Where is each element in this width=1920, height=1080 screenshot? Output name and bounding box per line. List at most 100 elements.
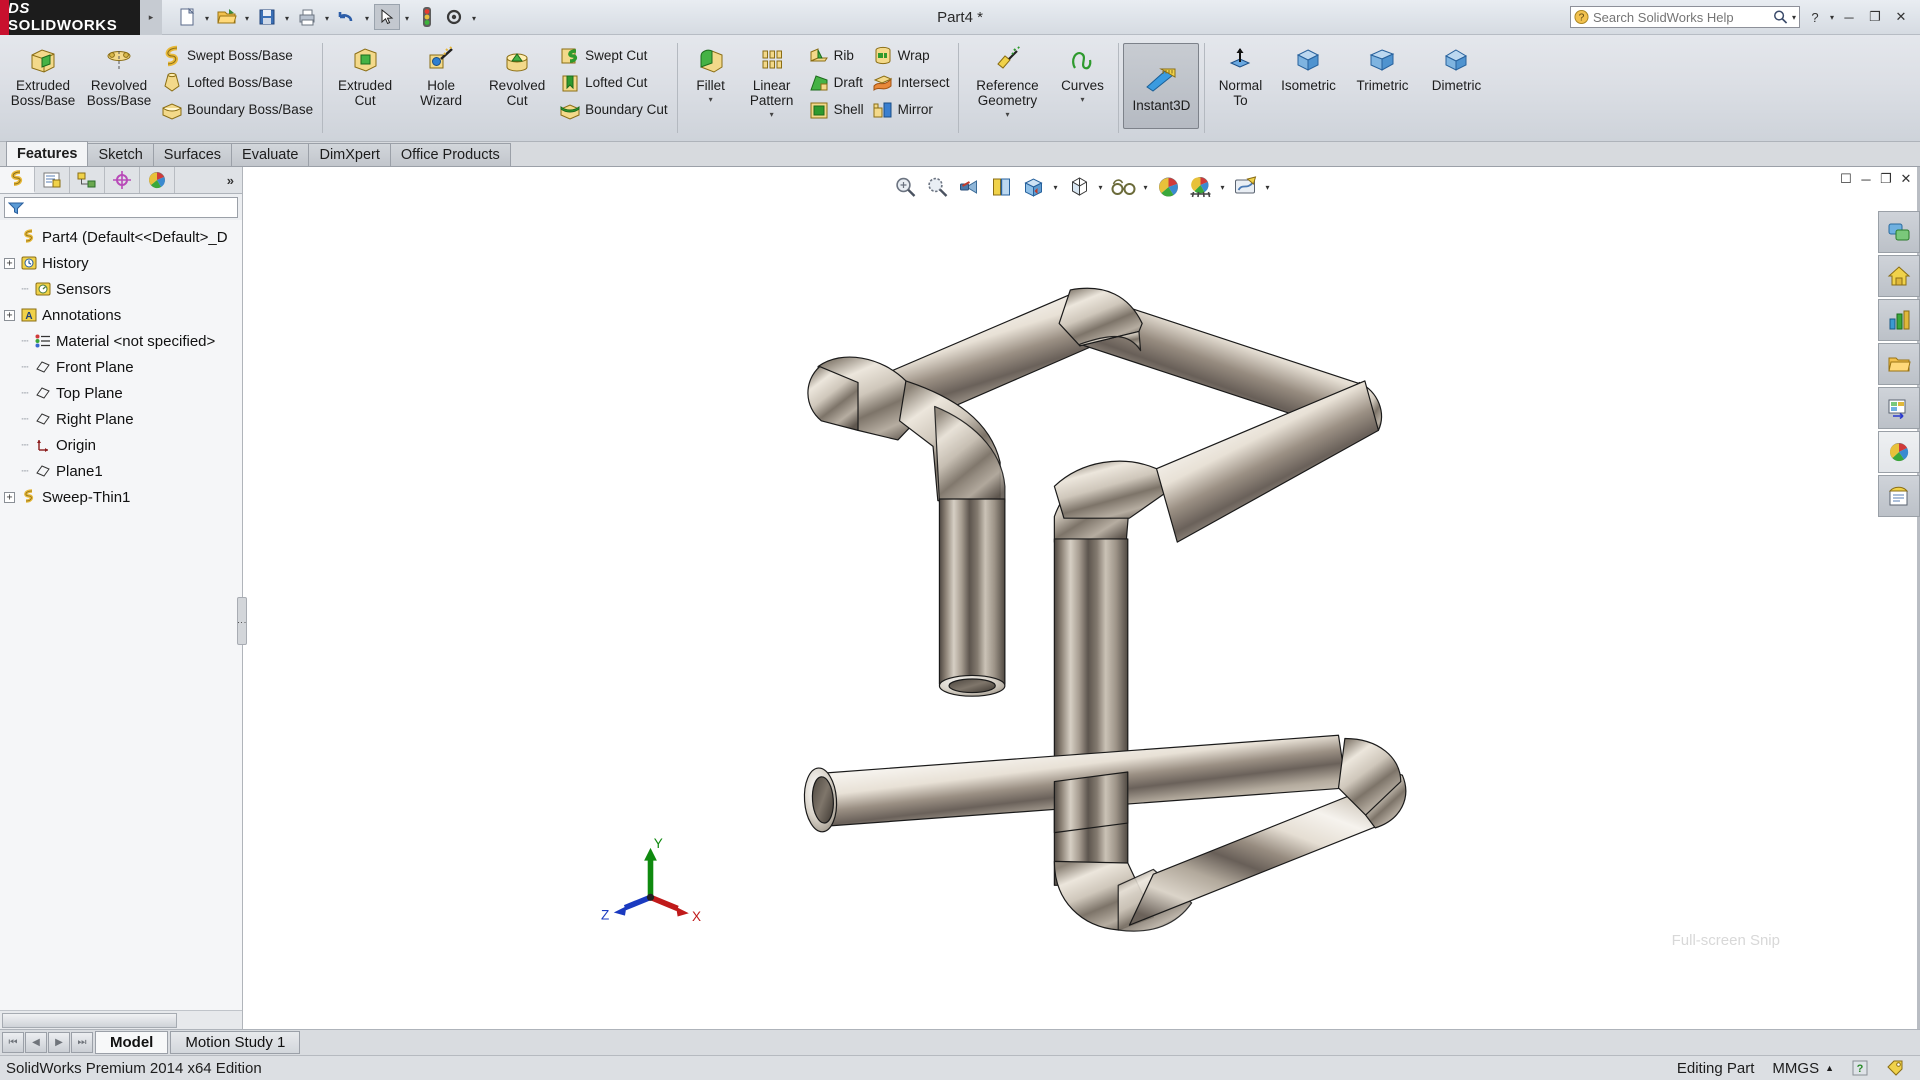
feature-tree-filter[interactable] xyxy=(4,197,238,218)
options-caret-icon[interactable]: ▾ xyxy=(468,4,480,30)
next-tab-button[interactable]: ▶ xyxy=(48,1032,70,1053)
new-document-caret-icon[interactable]: ▾ xyxy=(201,4,213,30)
tree-item-history[interactable]: + History xyxy=(4,250,242,276)
reference-geometry-caret-icon[interactable]: ▾ xyxy=(1005,110,1009,119)
tab-dimxpert[interactable]: DimXpert xyxy=(308,143,391,166)
display-manager-tab[interactable] xyxy=(140,167,175,193)
previous-view-button[interactable] xyxy=(954,173,984,201)
search-box[interactable]: ? ▾ xyxy=(1569,6,1800,28)
open-document-button[interactable] xyxy=(214,4,240,30)
tree-item-right-plane[interactable]: ┄ Right Plane xyxy=(4,406,242,432)
tree-item-top-plane[interactable]: ┄ Top Plane xyxy=(4,380,242,406)
search-caret-icon[interactable]: ▾ xyxy=(1792,13,1796,22)
status-units-caret-icon[interactable]: ▲ xyxy=(1825,1063,1834,1073)
history-expander[interactable]: + xyxy=(4,257,15,269)
zoom-to-area-button[interactable] xyxy=(922,173,952,201)
isometric-button[interactable]: Isometric xyxy=(1271,39,1345,93)
lofted-boss-base-button[interactable]: Lofted Boss/Base xyxy=(157,69,317,96)
section-view-button[interactable] xyxy=(986,173,1016,201)
sweep-thin1-expander[interactable]: + xyxy=(4,491,15,503)
help-caret-icon[interactable]: ▾ xyxy=(1830,13,1834,22)
configuration-manager-tab[interactable] xyxy=(70,167,105,193)
scrollbar-thumb[interactable] xyxy=(2,1012,177,1028)
lofted-cut-button[interactable]: Lofted Cut xyxy=(555,69,672,96)
revolved-boss-base-button[interactable]: Revolved Boss/Base xyxy=(81,39,157,108)
display-style-caret-icon[interactable]: ▾ xyxy=(1095,173,1106,201)
graphics-restore-icon[interactable]: ❐ xyxy=(1878,171,1894,187)
edit-appearance-button[interactable] xyxy=(1153,173,1183,201)
feature-manager-design-tree-tab[interactable] xyxy=(0,167,35,193)
last-tab-button[interactable]: ⏭ xyxy=(71,1032,93,1053)
view-orientation-button[interactable] xyxy=(1018,173,1048,201)
tree-item-origin[interactable]: ┄ Origin xyxy=(4,432,242,458)
revolved-cut-button[interactable]: Revolved Cut xyxy=(479,39,555,108)
curves-button[interactable]: Curves ▾ xyxy=(1051,39,1113,104)
model-3d-view[interactable]: Y X Z xyxy=(243,167,1920,1029)
print-document-caret-icon[interactable]: ▾ xyxy=(321,4,333,30)
linear-pattern-caret-icon[interactable]: ▾ xyxy=(770,110,774,119)
fillet-button[interactable]: Fillet ▾ xyxy=(682,39,740,104)
design-library-button[interactable] xyxy=(1878,255,1920,297)
tab-features[interactable]: Features xyxy=(6,141,89,166)
tile-windows-icon[interactable]: ☐ xyxy=(1838,171,1854,187)
undo-caret-icon[interactable]: ▾ xyxy=(361,4,373,30)
open-document-caret-icon[interactable]: ▾ xyxy=(241,4,253,30)
select-tool-caret-icon[interactable]: ▾ xyxy=(401,4,413,30)
view-orientation-caret-icon[interactable]: ▾ xyxy=(1050,173,1061,201)
mirror-button[interactable]: Mirror xyxy=(868,96,954,123)
undo-button[interactable] xyxy=(334,4,360,30)
fillet-caret-icon[interactable]: ▾ xyxy=(709,95,713,104)
rebuild-button[interactable] xyxy=(414,4,440,30)
hide-show-items-caret-icon[interactable]: ▾ xyxy=(1140,173,1151,201)
tab-evaluate[interactable]: Evaluate xyxy=(231,143,310,166)
view-palette-button[interactable] xyxy=(1878,387,1920,429)
tag-icon[interactable] xyxy=(1886,1060,1904,1076)
solidworks-logo[interactable]: DS SOLIDWORKS xyxy=(0,0,140,35)
draft-button[interactable]: Draft xyxy=(804,69,868,96)
rib-button[interactable]: Rib xyxy=(804,42,868,69)
intersect-button[interactable]: Intersect xyxy=(868,69,954,96)
view-settings-caret-icon[interactable]: ▾ xyxy=(1262,173,1273,201)
print-document-button[interactable] xyxy=(294,4,320,30)
feature-tree-horizontal-scrollbar[interactable] xyxy=(0,1010,242,1029)
tab-sketch[interactable]: Sketch xyxy=(87,143,154,166)
extruded-boss-base-button[interactable]: Extruded Boss/Base xyxy=(5,39,81,108)
swept-boss-base-button[interactable]: Swept Boss/Base xyxy=(157,42,317,69)
status-units[interactable]: MMGS xyxy=(1772,1060,1819,1077)
instant3d-button[interactable]: Instant3D xyxy=(1123,43,1200,129)
solidworks-resources-button[interactable] xyxy=(1878,211,1920,253)
zoom-to-fit-button[interactable] xyxy=(890,173,920,201)
extruded-cut-button[interactable]: Extruded Cut xyxy=(327,39,403,108)
apply-scene-button[interactable] xyxy=(1185,173,1215,201)
view-settings-button[interactable] xyxy=(1230,173,1260,201)
feature-manager-more-tabs-button[interactable]: » xyxy=(227,173,242,188)
help-button[interactable]: ? xyxy=(1804,6,1826,28)
dimetric-button[interactable]: Dimetric xyxy=(1419,39,1493,93)
boundary-boss-base-button[interactable]: Boundary Boss/Base xyxy=(157,96,317,123)
annotations-expander[interactable]: + xyxy=(4,309,15,321)
file-explorer-button[interactable] xyxy=(1878,299,1920,341)
reference-geometry-button[interactable]: Reference Geometry ▾ xyxy=(963,39,1051,119)
property-manager-tab[interactable] xyxy=(35,167,70,193)
tab-surfaces[interactable]: Surfaces xyxy=(152,143,233,166)
minimize-button[interactable]: ─ xyxy=(1838,6,1860,28)
tree-item-plane1[interactable]: ┄ Plane1 xyxy=(4,458,242,484)
tab-office-products[interactable]: Office Products xyxy=(389,143,511,166)
linear-pattern-button[interactable]: Linear Pattern ▾ xyxy=(740,39,804,119)
graphics-area[interactable]: ▾ ▾ ▾ ▾ ▾ ☐ ─ ❐ ✕ Y X Z Full-screen Snip xyxy=(243,167,1920,1029)
select-tool-button[interactable] xyxy=(374,4,400,30)
normal-to-button[interactable]: Normal To xyxy=(1209,39,1271,108)
swept-cut-button[interactable]: Swept Cut xyxy=(555,42,672,69)
search-input[interactable] xyxy=(1592,9,1769,25)
tab-motion-study-1[interactable]: Motion Study 1 xyxy=(170,1031,301,1054)
tree-item-material[interactable]: ┄ Material <not specified> xyxy=(4,328,242,354)
tab-model[interactable]: Model xyxy=(95,1031,169,1054)
panel-splitter-handle[interactable]: ⋮ xyxy=(237,597,247,645)
tree-item-annotations[interactable]: + A Annotations xyxy=(4,302,242,328)
close-button[interactable]: ✕ xyxy=(1890,6,1912,28)
status-help-badge[interactable]: ? xyxy=(1852,1060,1868,1076)
apply-scene-caret-icon[interactable]: ▾ xyxy=(1217,173,1228,201)
graphics-close-icon[interactable]: ✕ xyxy=(1898,171,1914,187)
previous-tab-button[interactable]: ◀ xyxy=(25,1032,47,1053)
hole-wizard-button[interactable]: Hole Wizard xyxy=(403,39,479,108)
